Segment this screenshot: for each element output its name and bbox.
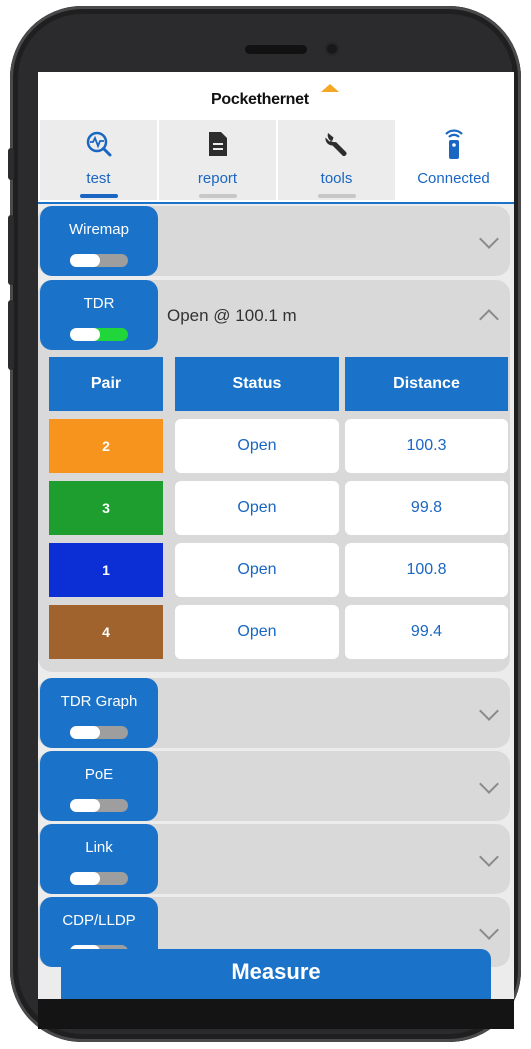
- section-label: CDP/LLDP: [62, 912, 136, 929]
- tab-label: tools: [320, 170, 353, 187]
- tab-indicator: [199, 194, 237, 198]
- section-poe[interactable]: PoE: [38, 751, 510, 821]
- tab-connected[interactable]: Connected: [395, 120, 512, 200]
- pair-cell: 3: [49, 481, 163, 535]
- section-tdr: TDR Open @ 100.1 m Pair Status Distance …: [38, 280, 510, 672]
- tdr-button[interactable]: TDR: [40, 280, 158, 350]
- side-button: [8, 300, 14, 370]
- chevron-down-icon[interactable]: [479, 774, 499, 794]
- link-button[interactable]: Link: [40, 824, 158, 894]
- tab-label: report: [197, 170, 238, 187]
- wiremap-toggle[interactable]: [70, 254, 128, 267]
- link-toggle[interactable]: [70, 872, 128, 885]
- pulse-magnifier-icon: [40, 130, 157, 158]
- tdr-summary: Open @ 100.1 m: [167, 306, 297, 325]
- section-tdr-graph[interactable]: TDR Graph: [38, 678, 510, 748]
- tab-test[interactable]: test: [40, 120, 157, 200]
- chevron-down-icon[interactable]: [479, 847, 499, 867]
- pair-cell: 4: [49, 605, 163, 659]
- status-cell: Open: [175, 419, 339, 473]
- tdr-toggle[interactable]: [70, 328, 128, 341]
- tab-indicator: [80, 194, 118, 198]
- poe-button[interactable]: PoE: [40, 751, 158, 821]
- front-camera: [327, 44, 337, 54]
- pair-cell: 2: [49, 419, 163, 473]
- tab-label: test: [86, 170, 111, 187]
- measure-button[interactable]: Measure: [61, 949, 491, 999]
- tdr-graph-button[interactable]: TDR Graph: [40, 678, 158, 748]
- status-cell: Open: [175, 605, 339, 659]
- distance-cell: 99.4: [345, 605, 508, 659]
- section-label: Wiremap: [68, 221, 129, 238]
- section-wiremap[interactable]: Wiremap: [38, 206, 510, 276]
- side-button: [8, 148, 14, 180]
- section-label: PoE: [84, 766, 114, 783]
- app-logo: Pockethernet: [211, 91, 309, 108]
- column-header-distance: Distance: [345, 357, 508, 411]
- distance-cell: 100.8: [345, 543, 508, 597]
- document-icon: [159, 130, 276, 158]
- section-label: Link: [85, 839, 113, 856]
- distance-cell: 99.8: [345, 481, 508, 535]
- status-cell: Open: [175, 543, 339, 597]
- section-label: TDR Graph: [60, 693, 138, 710]
- tab-bar: test report tools Connected: [38, 118, 514, 204]
- bottom-bezel: [38, 999, 514, 1029]
- tab-tools[interactable]: tools: [278, 120, 395, 200]
- app-screen: Pockethernet test report tools Connected…: [38, 72, 514, 999]
- speaker-grille: [245, 45, 307, 54]
- pair-cell: 1: [49, 543, 163, 597]
- column-header-status: Status: [175, 357, 339, 411]
- chevron-down-icon[interactable]: [479, 701, 499, 721]
- wiremap-button[interactable]: Wiremap: [40, 206, 158, 276]
- tab-indicator: [318, 194, 356, 198]
- tdr-graph-toggle[interactable]: [70, 726, 128, 739]
- app-header: Pockethernet: [38, 72, 514, 118]
- logo-roof-icon: [321, 84, 339, 92]
- chevron-down-icon[interactable]: [479, 920, 499, 940]
- wrench-icon: [278, 130, 395, 158]
- section-link[interactable]: Link: [38, 824, 510, 894]
- remote-device-icon: [395, 129, 512, 159]
- tab-label: Connected: [417, 170, 490, 187]
- status-cell: Open: [175, 481, 339, 535]
- chevron-up-icon[interactable]: [479, 309, 499, 329]
- column-header-pair: Pair: [49, 357, 163, 411]
- chevron-down-icon[interactable]: [479, 229, 499, 249]
- side-button: [8, 215, 14, 285]
- tab-report[interactable]: report: [159, 120, 276, 200]
- section-label: TDR: [83, 295, 115, 312]
- distance-cell: 100.3: [345, 419, 508, 473]
- poe-toggle[interactable]: [70, 799, 128, 812]
